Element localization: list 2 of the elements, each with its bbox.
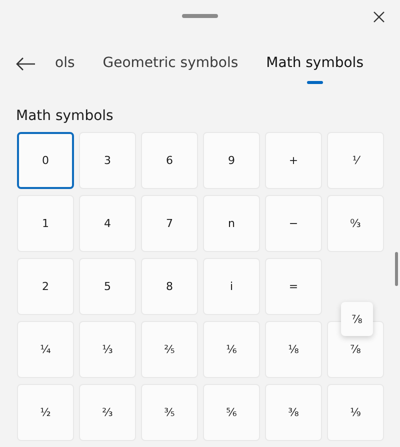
section-title: Math symbols [15,107,114,126]
key-preview-popup: ⅞ [341,302,373,336]
